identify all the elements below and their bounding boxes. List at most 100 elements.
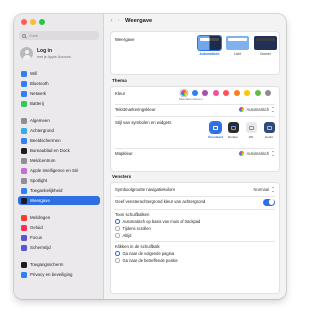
accent-color-swatch[interactable] xyxy=(191,90,198,96)
wallpaper-tint-toggle[interactable] xyxy=(263,198,275,206)
icon-style-dark[interactable]: Donker xyxy=(226,122,240,139)
toolbar: ‹ › Weergave xyxy=(104,14,286,27)
zoom-window-button[interactable] xyxy=(39,19,45,25)
appearance-group: Weergave Automatisch Licht Donker xyxy=(110,31,280,75)
sidebar-item[interactable]: Schermtijd xyxy=(18,243,100,252)
apple-account-login[interactable]: Log in met je Apple Account xyxy=(20,47,71,60)
icon-style-caption: Getint xyxy=(264,134,274,139)
sidebar-item[interactable]: Toegankelijkheid xyxy=(18,186,100,195)
accent-color-swatch[interactable] xyxy=(212,90,219,96)
sidebar-item[interactable]: Bureaublad en Dock xyxy=(18,146,100,155)
sidebar-icon-size-popup[interactable]: Normaal xyxy=(254,187,275,192)
sidebar-item[interactable]: Algemeen xyxy=(18,116,100,125)
sidebar-item-label: Bluetooth xyxy=(30,81,49,86)
sidebar-item-label: Achtergrond xyxy=(30,128,54,133)
sidebar-item[interactable]: Achtergrond xyxy=(18,126,100,135)
sidebar-item[interactable]: Wifi xyxy=(18,69,100,78)
sidebar-item[interactable]: Meldingen xyxy=(18,213,100,222)
gear-icon xyxy=(21,117,27,124)
sidebar-item[interactable]: Meldcentrum xyxy=(18,156,100,165)
sidebar-item-label: Meldcentrum xyxy=(30,158,56,163)
sidebar: Zoek Log in met je Apple Account Wifi Blu… xyxy=(14,14,104,299)
highlight-color-label: Tekstmarkeringskleur xyxy=(115,107,156,112)
sidebar-item-label: Meldingen xyxy=(30,215,51,220)
radio-button[interactable] xyxy=(115,226,120,231)
folder-icon xyxy=(248,125,254,130)
accent-color-swatch[interactable] xyxy=(223,90,229,96)
system-settings-window: Zoek Log in met je Apple Account Wifi Blu… xyxy=(14,14,286,299)
accent-color-swatch[interactable] xyxy=(244,90,250,96)
sidebar-item[interactable]: Focus xyxy=(18,233,100,242)
sidebar-item[interactable]: Netwerk xyxy=(18,89,100,98)
folder-icon xyxy=(230,125,236,130)
wallpaper-tint-label: Geef vensterachtergrond kleur van achter… xyxy=(115,199,206,204)
multicolor-dot-icon xyxy=(239,107,245,112)
search-field[interactable]: Zoek xyxy=(19,31,99,40)
close-window-button[interactable] xyxy=(21,19,27,25)
chevron-left-icon[interactable]: ‹ xyxy=(108,18,115,24)
appearance-label: Weergave xyxy=(115,37,135,42)
sidebar-item[interactable]: Toegangsscherm xyxy=(18,260,100,269)
sound-icon xyxy=(21,224,27,231)
sidebar-item[interactable]: Bluetooth xyxy=(18,79,100,88)
sidebar-item-label: Privacy en beveiliging xyxy=(30,272,73,277)
wallpaper-icon xyxy=(21,127,27,134)
notifications-icon xyxy=(21,214,27,221)
bluetooth-icon xyxy=(21,80,27,87)
icon-style-clear[interactable]: Wit xyxy=(244,122,258,139)
login-title: Log in xyxy=(37,48,52,55)
click-option-position[interactable]: Ga naar de betreffende positie xyxy=(115,258,178,263)
folder-icon xyxy=(266,125,272,130)
radio-button[interactable] xyxy=(115,219,120,224)
appearance-option-light[interactable]: Licht xyxy=(226,36,249,56)
appearance-option-auto[interactable]: Automatisch xyxy=(196,34,223,56)
appearance-option-dark[interactable]: Donker xyxy=(254,36,277,56)
accent-color-swatch[interactable] xyxy=(265,90,271,96)
sidebar-item[interactable]: Apple Intelligence en Siri xyxy=(18,166,100,175)
sidebar-item-label: Beeldschermen xyxy=(30,138,61,143)
accessibility-icon xyxy=(21,187,27,194)
section-heading-windows: Vensters xyxy=(112,174,132,179)
chevron-up-down-icon xyxy=(271,187,275,192)
icon-style-standard[interactable]: Standaard xyxy=(207,120,223,139)
icon-style-caption: Wit xyxy=(248,134,254,139)
avatar xyxy=(20,47,33,60)
appearance-option-label: Licht xyxy=(234,51,241,56)
accent-color-swatch[interactable] xyxy=(233,90,240,96)
accent-color-swatch[interactable] xyxy=(181,90,187,96)
icon-style-tinted[interactable]: Getint xyxy=(262,122,276,139)
icon-style-label: Stijl van symbolen en widgets xyxy=(115,120,172,125)
radio-button[interactable] xyxy=(115,233,120,238)
sidebar-item-label: Wifi xyxy=(30,71,38,76)
accent-color-swatch[interactable] xyxy=(202,90,208,96)
sidebar-item[interactable]: Beeldschermen xyxy=(18,136,100,145)
sidebar-item[interactable]: Privacy en beveiliging xyxy=(18,270,100,279)
click-scrollbar-label: Klikken in de schuifbalk xyxy=(115,244,160,249)
radio-label: Tijdens scrollen xyxy=(122,226,151,231)
radio-label: Ga naar de betreffende positie xyxy=(122,258,178,263)
radio-button[interactable] xyxy=(115,258,120,263)
scrollbar-option-always[interactable]: Altijd xyxy=(115,233,131,238)
highlight-color-popup[interactable]: Automatisch xyxy=(239,107,275,112)
siri-icon xyxy=(21,167,27,174)
sidebar-item[interactable]: Batterij xyxy=(18,99,100,108)
sidebar-item-label: Toegangsscherm xyxy=(30,262,64,267)
folder-color-popup[interactable]: Automatisch xyxy=(239,151,275,156)
click-option-next-page[interactable]: Ga naar de volgende pagina xyxy=(115,251,174,256)
minimize-window-button[interactable] xyxy=(30,19,36,25)
sidebar-item-label: Weergave xyxy=(30,198,50,203)
sidebar-item[interactable]: Geluid xyxy=(18,223,100,232)
sidebar-item[interactable]: Weergave xyxy=(18,196,100,205)
scrollbar-option-scrolling[interactable]: Tijdens scrollen xyxy=(115,226,151,231)
radio-label: Ga naar de volgende pagina xyxy=(122,251,175,256)
chevron-right-icon[interactable]: › xyxy=(115,18,122,24)
page-title: Weergave xyxy=(125,17,153,24)
scrollbar-option-auto[interactable]: Automatisch op basis van muis of trackpa… xyxy=(115,219,200,224)
search-icon xyxy=(22,33,26,38)
sidebar-item-label: Toegankelijkheid xyxy=(30,188,63,193)
sidebar-item-label: Batterij xyxy=(30,101,44,106)
radio-button[interactable] xyxy=(115,251,120,256)
sidebar-item[interactable]: Spotlight xyxy=(18,176,100,185)
control-centre-icon xyxy=(21,157,27,164)
accent-color-swatch[interactable] xyxy=(254,90,261,96)
